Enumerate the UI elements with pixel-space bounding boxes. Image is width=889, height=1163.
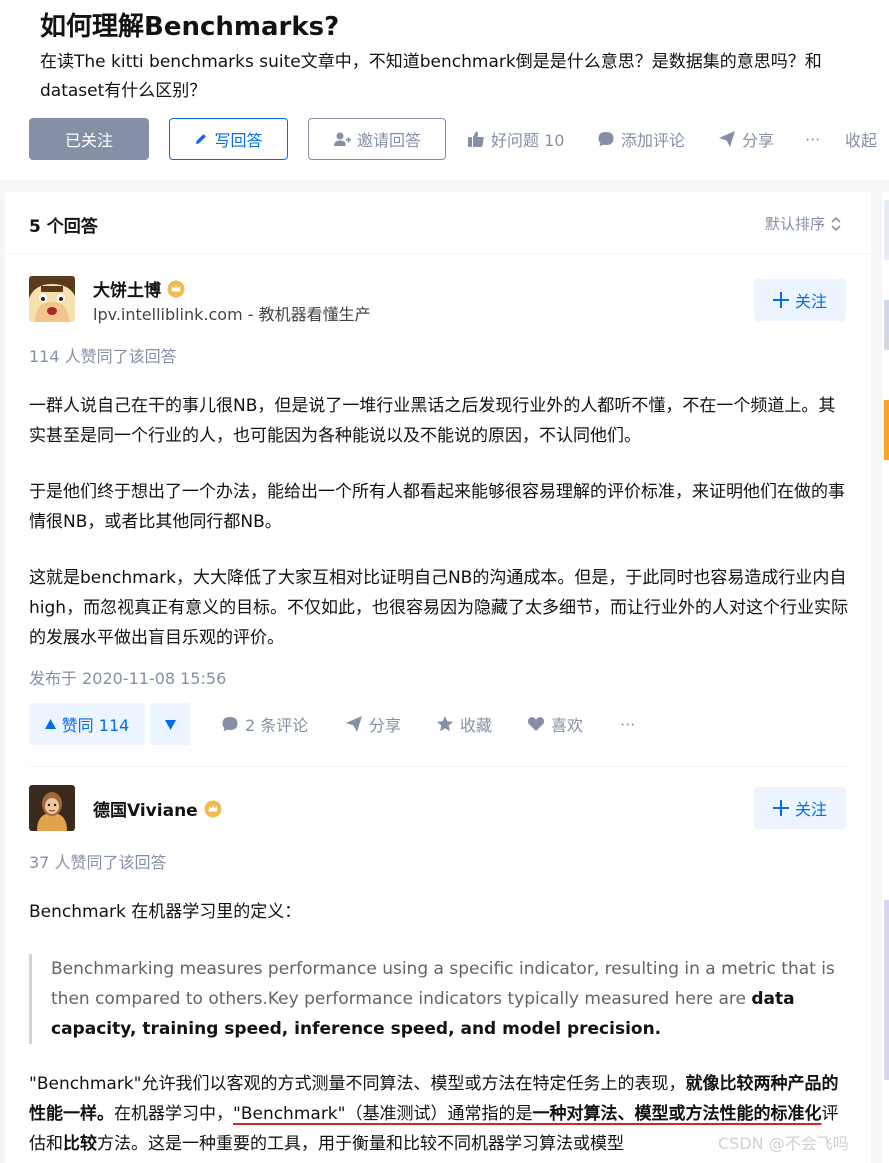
sort-dropdown[interactable]: 默认排序 <box>765 213 841 234</box>
good-question-button[interactable]: 好问题 10 <box>467 118 564 160</box>
verified-badge-icon <box>204 800 222 818</box>
answer-intro: Benchmark 在机器学习里的定义： <box>29 902 302 922</box>
question-actions: 已关注 写回答 邀请回答 好问题 10 添加评论 分享 ··· 收起 <box>29 118 889 160</box>
add-comment-button[interactable]: 添加评论 <box>597 118 685 160</box>
author-name[interactable]: 大饼土博 <box>93 276 185 301</box>
add-comment-label: 添加评论 <box>621 131 686 150</box>
answers-card: 5 个回答 默认排序 大饼土博 lpv.intelliblink.com - 教… <box>5 192 871 1163</box>
answer-author: 大饼土博 lpv.intelliblink.com - 教机器看懂生产 <box>29 276 849 324</box>
invite-answer-button[interactable]: 邀请回答 <box>308 118 446 160</box>
sort-toggle-icon <box>831 216 841 232</box>
vote-count-line: 114 人赞同了该回答 <box>29 347 177 366</box>
vote-count-line: 37 人赞同了该回答 <box>29 853 167 872</box>
answer-divider <box>29 766 849 767</box>
write-answer-label: 写回答 <box>214 131 263 150</box>
heart-icon <box>527 715 545 733</box>
answer-author: 德国Viviane <box>29 785 849 833</box>
answer-count: 5 个回答 <box>29 217 98 237</box>
followed-label: 已关注 <box>64 131 113 150</box>
vote-down-button[interactable] <box>150 703 190 745</box>
share-icon <box>345 715 363 733</box>
good-question-label: 好问题 10 <box>491 131 565 150</box>
avatar[interactable] <box>29 276 75 322</box>
author-headline: lpv.intelliblink.com - 教机器看懂生产 <box>93 305 371 324</box>
author-name[interactable]: 德国Viviane <box>93 796 222 821</box>
collapse-label: 收起 <box>845 131 878 150</box>
posted-time[interactable]: 发布于 2020-11-08 15:56 <box>29 665 226 689</box>
share-label: 分享 <box>742 131 775 150</box>
invite-answer-label: 邀请回答 <box>356 131 421 150</box>
follow-author-button[interactable]: 关注 <box>754 279 846 321</box>
answer-paragraph: 这就是benchmark，大大降低了大家互相对比证明自己NB的沟通成本。但是，于… <box>29 568 849 648</box>
sidebar-edge-block <box>884 300 889 350</box>
question-title: 如何理解Benchmarks? <box>40 12 340 42</box>
avatar[interactable] <box>29 785 75 831</box>
watermark: CSDN @不会飞吗 <box>718 1134 849 1153</box>
follow-author-button[interactable]: 关注 <box>754 787 846 829</box>
share-button[interactable]: 分享 <box>718 118 774 160</box>
answer-paragraph: 于是他们终于想出了一个办法，能给出一个所有人都看起来能够很容易理解的评价标准，来… <box>29 482 845 532</box>
more-button[interactable]: ··· <box>620 703 635 745</box>
answer-action-bar: 赞同 114 2 条评论 分享 收藏 喜欢 ··· <box>29 703 849 745</box>
plus-icon <box>772 800 789 816</box>
write-answer-button[interactable]: 写回答 <box>169 118 288 160</box>
vote-up-button[interactable]: 赞同 114 <box>29 703 145 745</box>
more-button[interactable]: ··· <box>805 118 820 160</box>
comment-icon <box>221 715 239 733</box>
question-detail: 在读The kitti benchmarks suite文章中，不知道bench… <box>40 52 822 101</box>
collect-button[interactable]: 收藏 <box>436 703 492 745</box>
thumbs-up-icon <box>467 130 485 148</box>
answer-blockquote: Benchmarking measures performance using … <box>29 954 849 1044</box>
more-label: ··· <box>805 129 821 149</box>
comments-button[interactable]: 2 条评论 <box>221 703 308 745</box>
pencil-icon <box>194 132 208 146</box>
question-header: 如何理解Benchmarks? 在读The kitti benchmarks s… <box>0 0 889 180</box>
triangle-up-icon <box>44 719 56 729</box>
sidebar-edge-block <box>884 200 889 260</box>
verified-badge-icon <box>167 280 185 298</box>
answers-header: 5 个回答 默认排序 <box>5 192 871 254</box>
triangle-down-icon <box>164 715 176 734</box>
collapse-button[interactable]: 收起 <box>845 118 877 160</box>
comment-icon <box>597 130 615 148</box>
plus-icon <box>772 292 789 308</box>
followed-button[interactable]: 已关注 <box>29 118 149 160</box>
sidebar-edge-block <box>884 400 889 460</box>
share-icon <box>718 130 736 148</box>
like-button[interactable]: 喜欢 <box>527 703 583 745</box>
star-icon <box>436 715 454 733</box>
sidebar-edge-block <box>884 900 889 1080</box>
share-button[interactable]: 分享 <box>345 703 401 745</box>
sort-label: 默认排序 <box>764 215 825 233</box>
invite-user-icon <box>333 131 351 147</box>
answer-paragraph: 一群人说自己在干的事儿很NB，但是说了一堆行业黑话之后发现行业外的人都听不懂，不… <box>29 396 836 446</box>
